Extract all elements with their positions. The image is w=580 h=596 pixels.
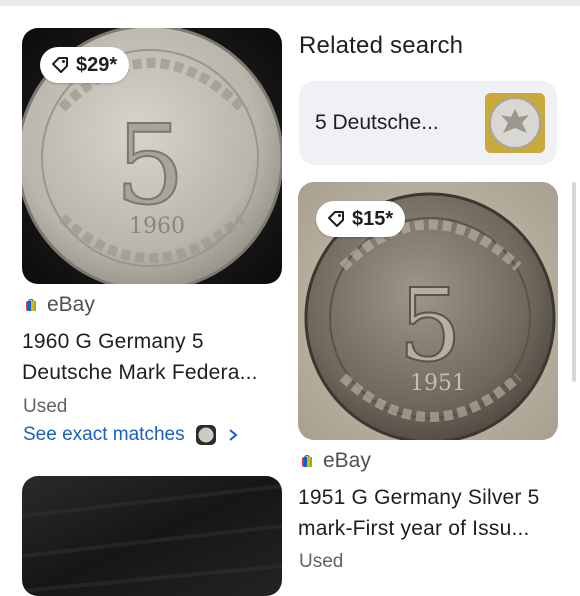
related-search-thumbnail <box>485 93 545 153</box>
ebay-logo-icon <box>302 454 312 467</box>
source-name: eBay <box>47 293 95 316</box>
result-title[interactable]: 1960 G Germany 5 Deutsche Mark Federa... <box>22 326 258 388</box>
svg-text:1960: 1960 <box>129 214 185 239</box>
price-badge: $29* <box>40 47 130 83</box>
related-search-heading: Related search <box>299 32 464 59</box>
tag-icon <box>328 211 344 227</box>
scrollbar[interactable] <box>572 182 576 382</box>
title-line-2: mark-First year of Issu... <box>298 517 530 540</box>
related-search-chip-label: 5 Deutsche... <box>315 111 439 134</box>
title-line-1: 1960 G Germany 5 <box>22 330 204 353</box>
top-edge-bar <box>0 0 580 6</box>
chevron-right-icon <box>228 429 238 441</box>
dark-fabric-photo <box>22 476 282 596</box>
svg-text:5: 5 <box>115 101 185 229</box>
see-exact-matches-label: See exact matches <box>23 424 185 445</box>
price-text: $29* <box>76 53 118 76</box>
exact-match-thumbnail <box>195 425 216 445</box>
ebay-logo-icon <box>26 298 36 311</box>
condition-label: Used <box>299 551 344 572</box>
price-text: $15* <box>352 207 394 230</box>
title-line-1: 1951 G Germany Silver 5 <box>298 486 540 509</box>
source-name: eBay <box>323 449 371 472</box>
result-source[interactable]: eBay <box>300 449 371 473</box>
related-search-chip[interactable]: 5 Deutsche... <box>299 81 557 165</box>
result-image-next[interactable] <box>22 476 282 596</box>
price-badge: $15* <box>316 201 406 237</box>
condition-label: Used <box>23 396 68 417</box>
tag-icon <box>52 57 68 73</box>
result-title[interactable]: 1951 G Germany Silver 5 mark-First year … <box>298 482 540 544</box>
title-line-2: Deutsche Mark Federa... <box>22 361 258 384</box>
svg-text:5: 5 <box>398 267 462 384</box>
eagle-coin-thumbnail <box>485 93 545 153</box>
result-source[interactable]: eBay <box>24 293 95 317</box>
svg-text:1951: 1951 <box>410 371 466 396</box>
see-exact-matches-link[interactable]: See exact matches <box>23 424 239 446</box>
